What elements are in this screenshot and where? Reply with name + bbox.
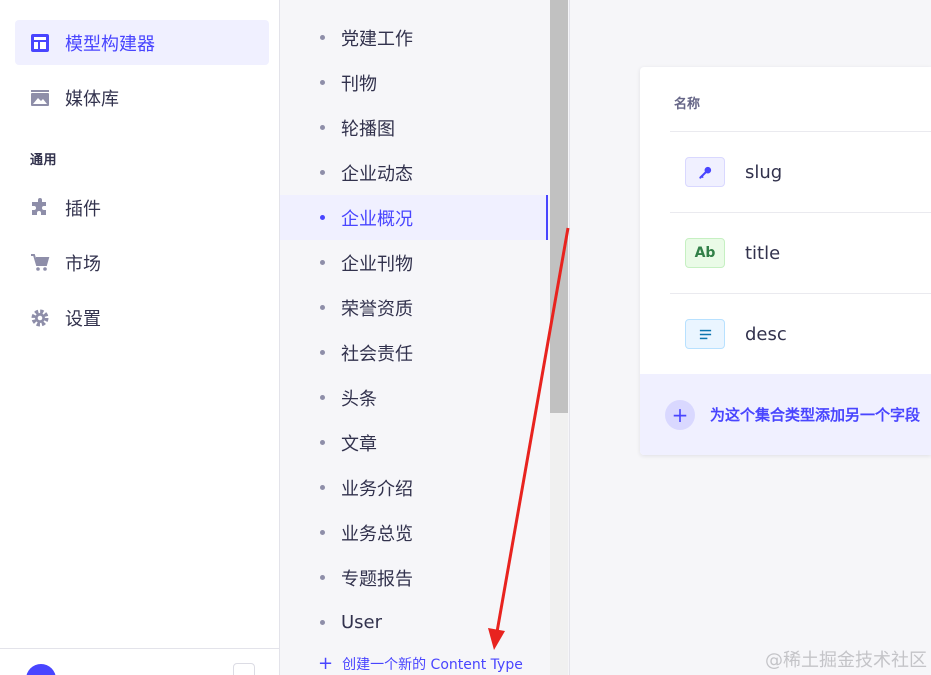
column-header-name: 名称 — [674, 97, 701, 112]
subnav-item-label: 业务总览 — [341, 523, 413, 545]
subnav-item-label: 文章 — [341, 433, 377, 455]
field-name: title — [745, 242, 781, 264]
field-name: desc — [745, 323, 787, 345]
field-name: slug — [745, 161, 783, 183]
content-types-subnav: 党建工作 刊物 轮播图 企业动态 企业概况 企业刊物 荣誉资质 社会责任 头条 … — [280, 0, 570, 675]
subnav-scrollbar-thumb[interactable] — [550, 0, 568, 413]
add-another-field-button[interactable]: + 为这个集合类型添加另一个字段 — [640, 374, 931, 455]
bullet-dot — [320, 35, 325, 40]
bullet-dot — [320, 215, 325, 220]
nav-item-label: 设置 — [65, 308, 101, 330]
subnav-item[interactable]: 轮播图 — [280, 105, 548, 150]
bullet-dot — [320, 485, 325, 490]
subnav-item[interactable]: 党建工作 — [280, 15, 548, 60]
subnav-item[interactable]: 专题报告 — [280, 555, 548, 600]
bullet-dot — [320, 350, 325, 355]
add-field-label: 为这个集合类型添加另一个字段 — [710, 406, 921, 424]
field-row[interactable]: desc — [670, 293, 931, 374]
main-nav: 模型构建器 媒体库 通用 插件 市场 设置 — [0, 0, 280, 675]
bullet-dot — [320, 575, 325, 580]
key-icon — [685, 157, 725, 187]
subnav-item[interactable]: 刊物 — [280, 60, 548, 105]
nav-item-plugins[interactable]: 插件 — [15, 185, 269, 230]
bullet-dot — [320, 305, 325, 310]
subnav-item-label: 刊物 — [341, 73, 377, 95]
plus-icon: + — [665, 399, 695, 430]
subnav-item-active[interactable]: 企业概况 — [280, 195, 548, 240]
subnav-item-label: 业务介绍 — [341, 478, 413, 500]
bullet-dot — [320, 395, 325, 400]
subnav-item-label: 企业刊物 — [341, 253, 413, 275]
puzzle-icon — [30, 197, 50, 218]
bullet-dot — [320, 440, 325, 445]
subnav-item-label: 专题报告 — [341, 568, 413, 590]
layout-icon — [30, 33, 50, 53]
nav-item-marketplace[interactable]: 市场 — [15, 240, 269, 285]
nav-item-label: 插件 — [65, 198, 101, 220]
nav-item-media-library[interactable]: 媒体库 — [15, 75, 269, 120]
subnav-item[interactable]: User — [280, 600, 548, 645]
subnav-item-label: 社会责任 — [341, 343, 413, 365]
bullet-dot — [320, 620, 325, 625]
text-icon: Ab — [685, 238, 725, 268]
subnav-item-label: 轮播图 — [341, 118, 395, 140]
plus-icon: + — [318, 653, 334, 674]
fields-table-card: 名称 slug Ab title desc + 为这个集合类型添加另一个字段 — [640, 67, 931, 455]
nav-item-label: 模型构建器 — [65, 33, 155, 55]
watermark: @稀土掘金技术社区 — [765, 650, 927, 671]
nav-item-label: 市场 — [65, 253, 101, 275]
collapse-nav-button[interactable] — [233, 663, 255, 675]
field-row[interactable]: Ab title — [670, 212, 931, 293]
subnav-item-label: 企业动态 — [341, 163, 413, 185]
subnav-item[interactable]: 企业动态 — [280, 150, 548, 195]
subnav-item[interactable]: 企业刊物 — [280, 240, 548, 285]
bullet-dot — [320, 80, 325, 85]
bullet-dot — [320, 260, 325, 265]
nav-item-settings[interactable]: 设置 — [15, 295, 269, 340]
subnav-item-label: 头条 — [341, 388, 377, 410]
image-icon — [30, 88, 50, 108]
field-row[interactable]: slug — [670, 131, 931, 212]
subnav-item-label: 党建工作 — [341, 28, 413, 50]
nav-item-label: 媒体库 — [65, 88, 119, 110]
create-content-type-label: 创建一个新的 Content Type — [342, 657, 523, 673]
subnav-item[interactable]: 业务总览 — [280, 510, 548, 555]
subnav-item[interactable]: 社会责任 — [280, 330, 548, 375]
bullet-dot — [320, 170, 325, 175]
subnav-item[interactable]: 头条 — [280, 375, 548, 420]
bullet-dot — [320, 125, 325, 130]
subnav-item-label: 荣誉资质 — [341, 298, 413, 320]
subnav-item[interactable]: 业务介绍 — [280, 465, 548, 510]
subnav-item[interactable]: 文章 — [280, 420, 548, 465]
cart-icon — [30, 253, 50, 273]
subnav-item-label: 企业概况 — [341, 208, 413, 230]
gear-icon — [30, 308, 50, 328]
nav-section-title: 通用 — [30, 153, 58, 168]
subnav-item-label: User — [341, 612, 383, 633]
richtext-icon — [685, 319, 725, 349]
subnav-item[interactable]: 荣誉资质 — [280, 285, 548, 330]
nav-item-content-type-builder[interactable]: 模型构建器 — [15, 20, 269, 65]
bullet-dot — [320, 530, 325, 535]
create-content-type-link[interactable]: + 创建一个新的 Content Type — [318, 654, 523, 674]
